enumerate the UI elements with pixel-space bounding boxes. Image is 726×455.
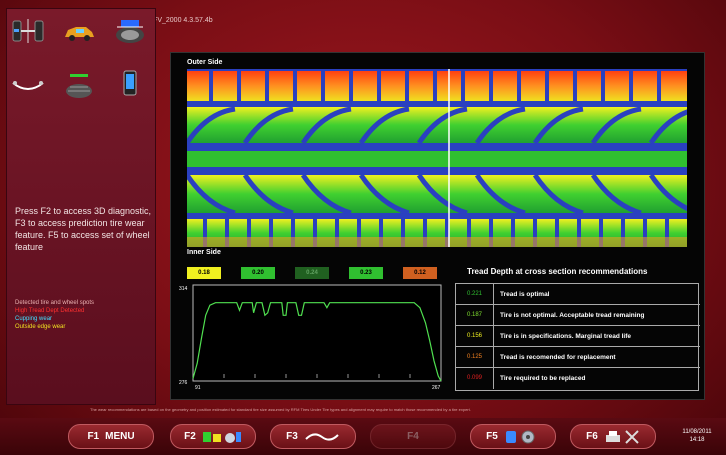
f2-key-label: F2 bbox=[184, 431, 196, 442]
recommendation-text: Tire required to be replaced bbox=[500, 375, 586, 382]
f3-wear-prediction-button[interactable]: F3 bbox=[270, 424, 356, 449]
recommendation-text: Tread is optimal bbox=[500, 291, 550, 298]
recommendation-row: 0.156 Tire is in specifications. Margina… bbox=[456, 326, 700, 347]
depth-chip: 0.12 bbox=[403, 267, 437, 279]
f3-key-label: F3 bbox=[286, 431, 298, 442]
car-icon[interactable] bbox=[62, 19, 96, 47]
f2-3d-diagnostic-button[interactable]: F2 bbox=[170, 424, 256, 449]
tread-heatmap bbox=[187, 69, 687, 247]
version-label: RFV_2000 4.3.57.4b bbox=[148, 17, 213, 24]
depth-chip: 0.18 bbox=[187, 267, 221, 279]
time-label: 14:18 bbox=[689, 437, 705, 443]
recommendation-row: 0.099 Tire required to be replaced bbox=[456, 368, 700, 390]
recommendation-text: Tread is recomended for replacement bbox=[500, 354, 616, 361]
f1-menu-button[interactable]: F1 MENU bbox=[68, 424, 154, 449]
depth-chip: 0.20 bbox=[241, 267, 275, 279]
disclaimer-text: The wear recommendations are based on th… bbox=[90, 407, 471, 412]
recommendation-value: 0.099 bbox=[456, 368, 494, 389]
inner-shoulder-blocks bbox=[187, 219, 687, 247]
recommendation-text: Tire is not optimal. Acceptable tread re… bbox=[500, 312, 645, 319]
recommendation-value: 0.221 bbox=[456, 284, 494, 305]
recommendation-value: 0.156 bbox=[456, 326, 494, 347]
tread-depth-chart: 314 276 91 267 bbox=[179, 284, 442, 391]
wear-prediction-icon bbox=[305, 432, 339, 441]
help-text: Press F2 to access 3D diagnostic, F3 to … bbox=[15, 206, 152, 252]
y-tick-bottom: 276 bbox=[179, 380, 188, 386]
legend-title: Detected tire and wheel spots bbox=[15, 300, 95, 306]
recommendations-title: Tread Depth at cross section recommendat… bbox=[467, 267, 648, 276]
f4-button: F4 bbox=[370, 424, 456, 449]
outer-side-label: Outer Side bbox=[187, 59, 223, 66]
recommendation-value: 0.125 bbox=[456, 347, 494, 368]
function-key-bar: F1 MENU F2 F3 F4 F5 F6 bbox=[0, 418, 726, 455]
detected-spots-legend: Detected tire and wheel spots High Tread… bbox=[15, 299, 155, 331]
y-tick-top: 314 bbox=[179, 286, 188, 292]
recommendation-row: 0.187 Tire is not optimal. Acceptable tr… bbox=[456, 305, 700, 326]
inner-rib-blocks bbox=[187, 173, 687, 216]
f5-wheel-set-button[interactable]: F5 bbox=[470, 424, 556, 449]
x-tick-start: 91 bbox=[195, 385, 201, 391]
phone-icon[interactable] bbox=[113, 69, 147, 97]
sidebar: Press F2 to access 3D diagnostic, F3 to … bbox=[6, 8, 156, 405]
f1-key-label: F1 bbox=[87, 431, 100, 442]
outer-rib-blocks bbox=[187, 106, 687, 145]
f1-menu-label: MENU bbox=[105, 431, 135, 442]
vehicle-wheel-alignment-icon[interactable] bbox=[11, 17, 45, 45]
recommendations-table: 0.221 Tread is optimal 0.187 Tire is not… bbox=[455, 283, 700, 391]
recommendation-row: 0.125 Tread is recomended for replacemen… bbox=[456, 347, 700, 368]
legend-item-high-tread: High Tread Dept Detected bbox=[15, 308, 85, 314]
clock: 11/08/2011 14:18 bbox=[674, 428, 720, 444]
recommendation-value: 0.187 bbox=[456, 305, 494, 326]
chart-plot-area bbox=[192, 284, 442, 382]
f6-key-label: F6 bbox=[586, 431, 598, 442]
f6-print-settings-button[interactable]: F6 bbox=[570, 424, 656, 449]
tire-tread-icon[interactable] bbox=[62, 71, 96, 99]
wheel-set-icon bbox=[505, 430, 535, 443]
legend-item-cupping: Cupping wear bbox=[15, 316, 53, 322]
tread-analysis-panel: Outer Side Inner Side 0.18 0.20 0.24 0.2… bbox=[170, 52, 705, 400]
rfv-wheel-icon[interactable] bbox=[113, 17, 147, 45]
f4-key-label: F4 bbox=[407, 431, 419, 442]
center-rib bbox=[187, 151, 687, 167]
3d-diagnostic-icon bbox=[202, 431, 241, 443]
printer-tools-icon bbox=[605, 429, 639, 444]
x-tick-end: 267 bbox=[432, 385, 441, 391]
date-label: 11/08/2011 bbox=[682, 429, 712, 435]
outer-shoulder-blocks bbox=[187, 69, 687, 101]
recommendation-text: Tire is in specifications. Marginal trea… bbox=[500, 333, 632, 340]
axle-bend-icon[interactable] bbox=[11, 73, 45, 101]
legend-item-outside-edge: Outside edge wear bbox=[15, 324, 66, 330]
f5-key-label: F5 bbox=[486, 431, 498, 442]
recommendation-row: 0.221 Tread is optimal bbox=[456, 284, 700, 305]
depth-chip: 0.23 bbox=[349, 267, 383, 279]
depth-chip: 0.24 bbox=[295, 267, 329, 279]
inner-side-label: Inner Side bbox=[187, 249, 221, 256]
